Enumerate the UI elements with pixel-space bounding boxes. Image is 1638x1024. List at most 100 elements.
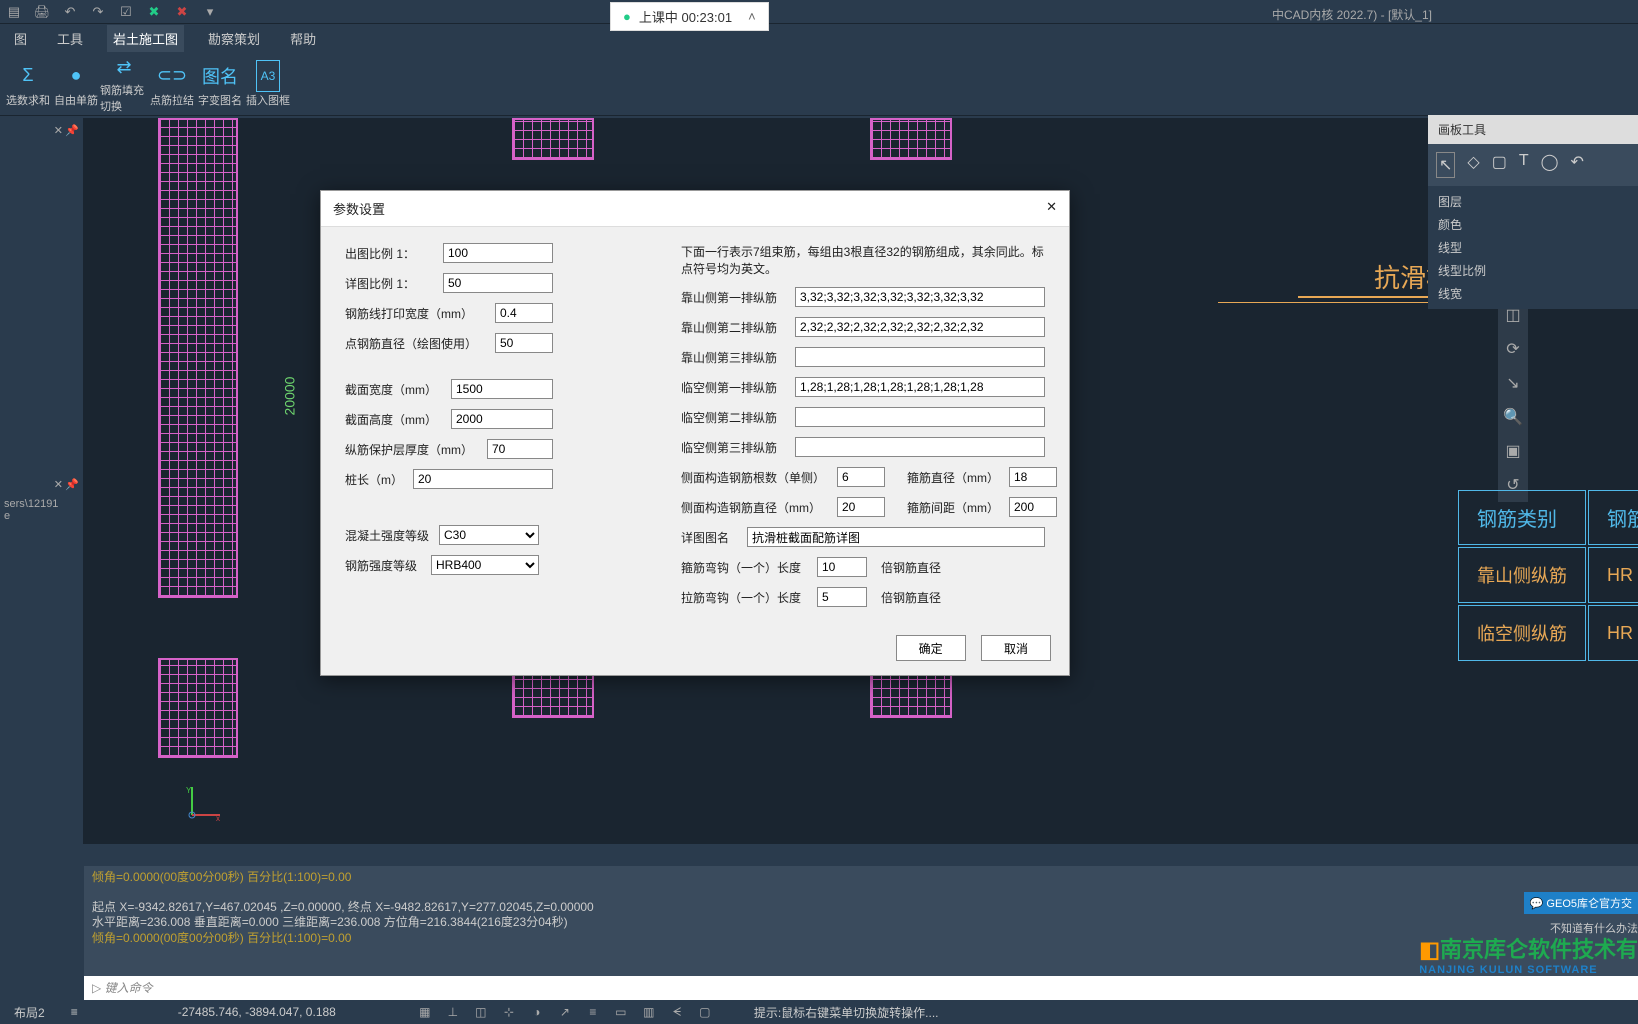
pin-icon[interactable]: 📌 (65, 478, 79, 491)
text-icon[interactable]: T (1519, 152, 1529, 178)
ribbon-btn-tie[interactable]: ⊂⊃点筋拉结 (148, 54, 196, 114)
dimension-label: 20000 (281, 377, 297, 416)
ribbon-btn-fill[interactable]: ⇄钢筋填充切换 (100, 54, 148, 114)
rect-icon[interactable]: ▢ (1492, 152, 1507, 178)
rebar-select[interactable]: HRB400 (431, 555, 539, 575)
plen-input[interactable] (413, 469, 553, 489)
draw-tools-panel: 画板工具 ↖ ◇ ▢ T ◯ ↶ 图层 颜色 线型 线型比例 线宽 (1428, 115, 1638, 295)
snap-icon[interactable]: ⊥ (444, 1003, 462, 1021)
status-bar: 布局2 ≡ -27485.746, -3894.047, 0.188 ▦ ⊥ ◫… (0, 1000, 1638, 1024)
grid-icon[interactable]: ▦ (416, 1003, 434, 1021)
mark-icon[interactable]: ☑ (118, 4, 134, 20)
ribbon-btn-figname[interactable]: 图名字变图名 (196, 54, 244, 114)
layer-menu: 图层 颜色 线型 线型比例 线宽 (1428, 186, 1638, 309)
m3-input[interactable] (795, 347, 1045, 367)
f3-input[interactable] (795, 437, 1045, 457)
ucs-icon: Yx (184, 783, 224, 828)
dyn-icon[interactable]: ▭ (612, 1003, 630, 1021)
figname-input[interactable] (747, 527, 1045, 547)
otrack-icon[interactable]: ↗ (556, 1003, 574, 1021)
swap-icon: ⇄ (116, 54, 131, 82)
m2-input[interactable] (795, 317, 1045, 337)
rebar-grid (870, 118, 952, 160)
hook2-input[interactable] (817, 587, 867, 607)
close-icon[interactable]: ✕ (1046, 199, 1057, 218)
recording-badge[interactable]: 上课中 00:23:01 ˄ (610, 2, 769, 31)
f2-input[interactable] (795, 407, 1045, 427)
stird-input[interactable] (1009, 467, 1057, 487)
hint-text: 下面一行表示7组束筋，每组由3根直径32的钢筋组成，其余同此。标点符号均为英文。 (681, 243, 1045, 277)
close-icon[interactable]: ✕ (54, 478, 63, 491)
menu-item[interactable]: 工具 (51, 25, 89, 52)
geo5-badge[interactable]: 💬 GEO5库仑官方交 (1524, 892, 1638, 914)
menu-item[interactable]: 岩土施工图 (107, 25, 184, 52)
menu-item[interactable]: 勘察策划 (202, 25, 266, 52)
model-icon[interactable]: ▥ (640, 1003, 658, 1021)
view-tool-icon[interactable]: ↘ (1498, 366, 1528, 400)
title-bar: 中CAD内核 2022.7) - [默认_1] (1266, 0, 1438, 29)
menu-item[interactable]: 图层 (1438, 190, 1628, 213)
zoom-icon[interactable]: 🔍 (1498, 400, 1528, 434)
sidecount-input[interactable] (837, 467, 885, 487)
rebar-grid (158, 658, 238, 758)
erase-icon[interactable]: ◇ (1467, 152, 1479, 178)
menu-item[interactable]: 帮助 (284, 25, 322, 52)
command-input[interactable]: ▷ 键入命令 (84, 976, 1638, 1000)
hook1-input[interactable] (817, 557, 867, 577)
menu-item[interactable]: 线型 (1438, 236, 1628, 259)
stirspace-input[interactable] (1009, 497, 1057, 517)
print-icon[interactable]: 🖨 (34, 4, 50, 20)
f1-input[interactable] (795, 377, 1045, 397)
layout-menu-icon[interactable]: ≡ (71, 1005, 78, 1019)
linew-input[interactable] (495, 303, 553, 323)
rebar-grid (158, 118, 238, 598)
layout-tab[interactable]: 布局2 (8, 1004, 51, 1021)
ok-button[interactable]: 确定 (896, 635, 966, 661)
new-icon[interactable]: ▤ (6, 4, 22, 20)
run-icon[interactable]: ᗕ (668, 1003, 686, 1021)
scale1-input[interactable] (443, 243, 553, 263)
redo-icon[interactable]: ↷ (90, 4, 106, 20)
sech-input[interactable] (451, 409, 553, 429)
chevron-up-icon[interactable]: ˄ (748, 9, 756, 24)
scale2-input[interactable] (443, 273, 553, 293)
secw-input[interactable] (451, 379, 553, 399)
concrete-select[interactable]: C30 (439, 525, 539, 545)
ribbon-btn-freebar[interactable]: ●自由单筋 (52, 54, 100, 114)
view-tool-icon[interactable]: ⟳ (1498, 332, 1528, 366)
pointer-icon[interactable]: ↖ (1436, 152, 1455, 178)
polar-icon[interactable]: ⊹ (500, 1003, 518, 1021)
undo-icon[interactable]: ↶ (1571, 152, 1584, 178)
misc-icon[interactable]: ▢ (696, 1003, 714, 1021)
x-red-icon[interactable]: ✖ (174, 4, 190, 20)
ortho-icon[interactable]: ◫ (472, 1003, 490, 1021)
coords-readout: -27485.746, -3894.047, 0.188 (178, 1005, 336, 1019)
text-icon: 图名 (202, 60, 238, 92)
dotd-input[interactable] (495, 333, 553, 353)
undo-icon[interactable]: ↶ (62, 4, 78, 20)
menu-item[interactable]: 线型比例 (1438, 259, 1628, 282)
shape-icon[interactable]: ◯ (1541, 152, 1559, 178)
cover-input[interactable] (487, 439, 553, 459)
cube-icon[interactable]: ▣ (1498, 434, 1528, 468)
cancel-button[interactable]: 取消 (981, 635, 1051, 661)
status-hint: 提示:鼠标右键菜单切换旋转操作.... (754, 1004, 939, 1021)
lwt-icon[interactable]: ≡ (584, 1003, 602, 1021)
svg-text:x: x (216, 814, 220, 823)
menu-item[interactable]: 线宽 (1438, 282, 1628, 305)
panel-title: 画板工具 (1428, 115, 1638, 144)
sided-input[interactable] (837, 497, 885, 517)
m1-input[interactable] (795, 287, 1045, 307)
ribbon-btn-sum[interactable]: Σ选数求和 (4, 54, 52, 114)
recording-text: 上课中 00:23:01 (639, 7, 732, 26)
command-console: 命令栏 go 倾角=0.0000(00度00分00秒) 百分比(1:100)=0… (84, 866, 1638, 976)
side-text: 不知道有什么办法 (1550, 920, 1638, 936)
menu-item[interactable]: 颜色 (1438, 213, 1628, 236)
x-green-icon[interactable]: ✖ (146, 4, 162, 20)
menu-item[interactable]: 图 (8, 25, 33, 52)
dropdown-icon[interactable]: ▾ (202, 4, 218, 20)
close-icon[interactable]: ✕ (54, 124, 63, 137)
ribbon-btn-frame[interactable]: A3插入图框 (244, 54, 292, 114)
osnap-icon[interactable]: ◑ (528, 1003, 546, 1021)
pin-icon[interactable]: 📌 (65, 124, 79, 137)
